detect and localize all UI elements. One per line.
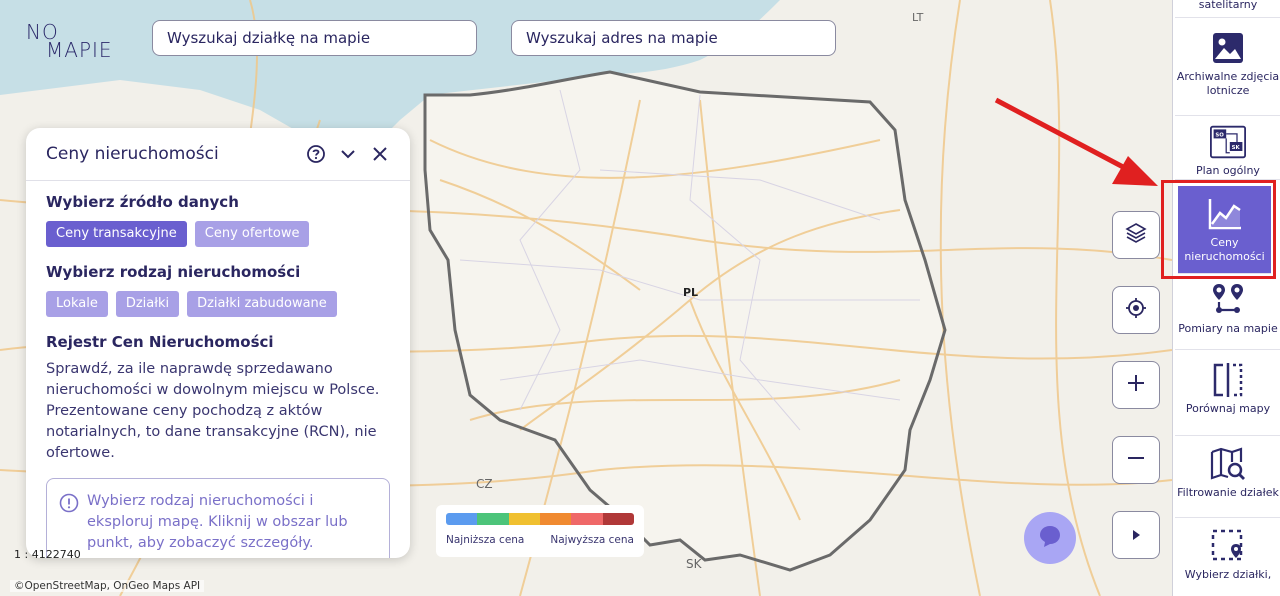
panel-title: Ceny nieruchomości xyxy=(46,144,219,164)
logo-line-2: MAPIE xyxy=(46,38,113,62)
map-search-icon xyxy=(1210,446,1246,482)
measure-icon xyxy=(1210,282,1246,318)
registry-description: Sprawdź, za ile naprawdę sprzedawano nie… xyxy=(46,361,380,461)
select-parcel-icon xyxy=(1210,528,1246,564)
chat-button[interactable] xyxy=(1024,512,1076,564)
svg-text:SO: SO xyxy=(1215,133,1224,139)
plus-icon xyxy=(1126,373,1146,397)
source-options: Ceny transakcyjne Ceny ofertowe xyxy=(46,221,390,247)
sidebar-item-label: satelitarny xyxy=(1198,0,1258,11)
annotation-highlight-box xyxy=(1161,180,1276,279)
play-icon xyxy=(1130,526,1142,545)
locate-button[interactable] xyxy=(1112,286,1160,334)
source-option-transaction[interactable]: Ceny transakcyjne xyxy=(46,221,187,247)
info-text: Wybierz rodzaj nieruchomości i eksploruj… xyxy=(87,493,348,551)
registry-title: Rejestr Cen Nieruchomości xyxy=(46,333,274,351)
sidebar-item-label: Archiwalne zdjęcia lotnicze xyxy=(1176,70,1280,97)
legend-color-2 xyxy=(477,513,509,525)
panel-body: Wybierz źródło danych Ceny transakcyjne … xyxy=(26,181,410,558)
zoom-out-button[interactable] xyxy=(1112,436,1160,484)
zoom-in-button[interactable] xyxy=(1112,361,1160,409)
source-option-offer[interactable]: Ceny ofertowe xyxy=(194,221,310,247)
info-box: Wybierz rodzaj nieruchomości i eksploruj… xyxy=(46,478,390,558)
sidebar-item-satellite[interactable]: satelitarny xyxy=(1175,0,1280,18)
legend-high-label: Najwyższa cena xyxy=(550,534,634,546)
chevron-down-icon[interactable] xyxy=(338,144,358,164)
price-legend: Najniższa cena Najwyższa cena xyxy=(436,505,644,557)
source-section-title: Wybierz źródło danych xyxy=(46,193,239,211)
minus-icon xyxy=(1126,448,1146,472)
expand-button[interactable] xyxy=(1112,511,1160,559)
sidebar-item-parcel-filtering[interactable]: Filtrowanie działek xyxy=(1175,438,1280,518)
compare-icon xyxy=(1210,362,1246,398)
legend-color-3 xyxy=(508,513,540,525)
sidebar-item-archival-photos[interactable]: Archiwalne zdjęcia lotnicze xyxy=(1175,22,1280,116)
layers-icon xyxy=(1125,222,1147,248)
legend-low-label: Najniższa cena xyxy=(446,534,525,546)
sidebar-item-label: Wybierz działki, xyxy=(1184,568,1272,581)
parcel-search-input[interactable]: Wyszukaj działkę na mapie xyxy=(152,20,477,56)
legend-color-5 xyxy=(571,513,603,525)
legend-color-bar xyxy=(446,513,634,525)
sidebar-item-label: Pomiary na mapie xyxy=(1178,322,1278,335)
help-icon[interactable] xyxy=(306,144,326,164)
map-label-cz: CZ xyxy=(476,477,493,491)
crosshair-icon xyxy=(1125,297,1147,323)
property-prices-panel: Ceny nieruchomości Wybierz źródło danych… xyxy=(26,128,410,558)
sidebar-item-general-plan[interactable]: SO SK Plan ogólny xyxy=(1175,118,1280,180)
legend-color-1 xyxy=(446,513,478,525)
sidebar-item-select-parcels[interactable]: Wybierz działki, xyxy=(1175,520,1280,596)
type-options: Lokale Działki Działki zabudowane xyxy=(46,291,390,317)
logo[interactable]: NO MAPIE xyxy=(24,20,124,64)
layers-button[interactable] xyxy=(1112,211,1160,259)
map-attribution[interactable]: ©OpenStreetMap, OnGeo Maps API xyxy=(10,580,205,592)
sidebar-item-label: Filtrowanie działek xyxy=(1177,486,1279,499)
legend-color-6 xyxy=(602,513,634,525)
info-icon xyxy=(59,493,79,520)
map-label-lt: LT xyxy=(912,11,924,24)
address-search-input[interactable]: Wyszukaj adres na mapie xyxy=(511,20,836,56)
sidebar-item-label: Porównaj mapy xyxy=(1185,402,1271,415)
panel-header: Ceny nieruchomości xyxy=(26,128,410,181)
chat-icon xyxy=(1037,523,1063,553)
legend-color-4 xyxy=(539,513,572,525)
map-label-sk: SK xyxy=(686,557,703,571)
sidebar-item-compare-maps[interactable]: Porównaj mapy xyxy=(1175,352,1280,436)
map-label-pl: PL xyxy=(683,286,698,299)
type-option-premises[interactable]: Lokale xyxy=(46,291,108,317)
map-scale: 1 : 4122740 xyxy=(14,548,81,561)
type-option-built-parcels[interactable]: Działki zabudowane xyxy=(187,291,337,317)
close-icon[interactable] xyxy=(370,144,390,164)
right-sidebar: satelitarny Archiwalne zdjęcia lotnicze … xyxy=(1172,0,1280,596)
type-section-title: Wybierz rodzaj nieruchomości xyxy=(46,263,301,281)
sidebar-item-measurements[interactable]: Pomiary na mapie xyxy=(1175,278,1280,350)
svg-text:SK: SK xyxy=(1232,145,1241,151)
plan-icon: SO SK xyxy=(1210,124,1246,160)
image-icon xyxy=(1210,30,1246,66)
sidebar-item-label: Plan ogólny xyxy=(1196,164,1260,177)
type-option-parcels[interactable]: Działki xyxy=(115,291,180,317)
